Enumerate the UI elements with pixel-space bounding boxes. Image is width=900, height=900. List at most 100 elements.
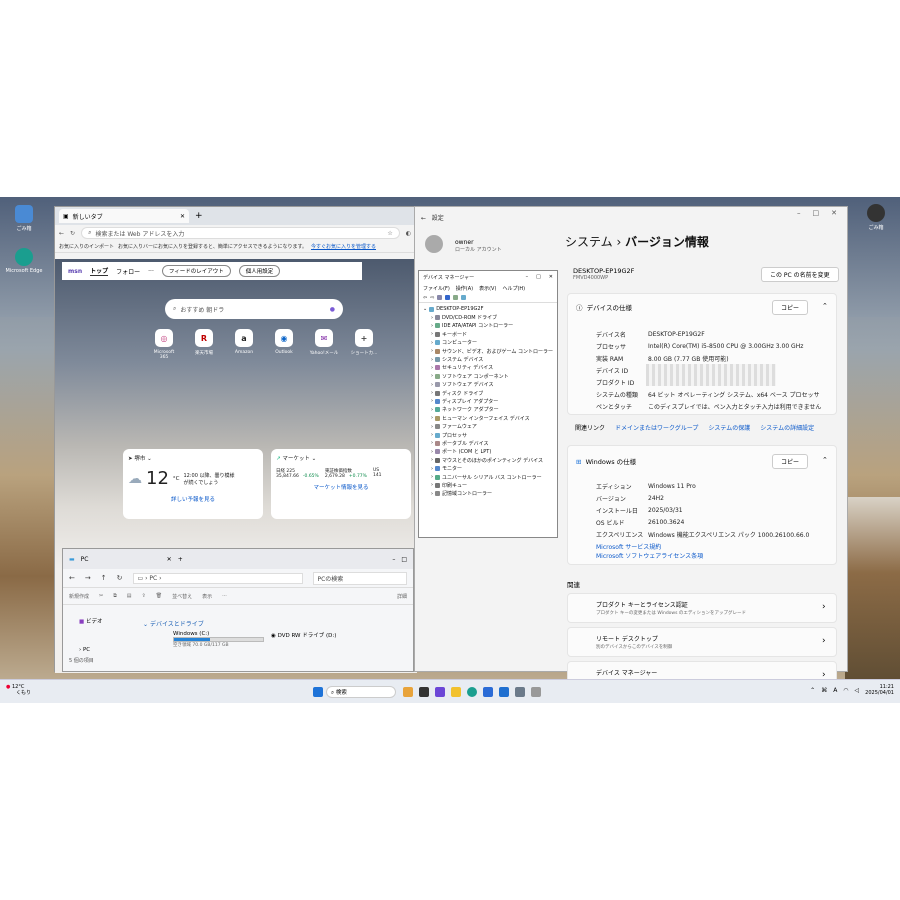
related-protection[interactable]: システムの保護 (708, 423, 750, 432)
dm-node[interactable]: › ソフトウェア コンポーネント (423, 372, 553, 380)
volume-icon[interactable]: ◁ (855, 687, 860, 694)
expand-icon[interactable]: › (431, 432, 433, 438)
related-domain[interactable]: ドメインまたはワークグループ (615, 423, 698, 432)
dm-menu-item[interactable]: ファイル(F) (423, 285, 450, 292)
favorite-star-icon[interactable]: ☆ (387, 230, 392, 237)
chevron-up-icon[interactable]: ⌃ (822, 456, 828, 464)
copilot-icon[interactable]: ● (330, 306, 335, 313)
cmd-view[interactable]: 表示 (202, 593, 212, 600)
expand-icon[interactable]: › (431, 357, 433, 363)
related-item[interactable]: リモート デスクトップ 別のデバイスからこのデバイスを制御 › (567, 627, 837, 657)
dm-node[interactable]: › プロセッサ (423, 431, 553, 439)
tab-close-icon[interactable]: ✕ (167, 556, 172, 563)
breadcrumb-system[interactable]: システム (565, 235, 613, 249)
update-icon[interactable] (453, 295, 459, 300)
recycle-bin-icon[interactable]: ごみ箱 (4, 205, 44, 232)
expand-icon[interactable]: › (431, 474, 433, 480)
minimize-icon[interactable]: – (797, 209, 801, 217)
expand-icon[interactable]: › (431, 390, 433, 396)
wifi-icon[interactable]: ◠ (843, 687, 848, 694)
outlook-icon[interactable] (499, 687, 509, 697)
license-link[interactable]: Microsoft ソフトウェアライセンス条項 (596, 551, 703, 560)
explorer-tab-title[interactable]: PC (81, 556, 161, 563)
quick-link[interactable]: ✉ Yahoo!メール (309, 329, 339, 360)
network-icon[interactable]: ⌘ (821, 687, 827, 694)
expand-icon[interactable]: › (431, 382, 433, 388)
cmd-sort[interactable]: 並べ替え (172, 593, 192, 600)
dm-node[interactable]: › 印刷キュー (423, 481, 553, 489)
weather-card[interactable]: ➤ 堺市 ⌄ ☁ 12 °C 12:00 以降、曇り模様が続くでしょう 詳しい予… (123, 449, 263, 519)
settings-icon[interactable] (515, 687, 525, 697)
dm-node[interactable]: › キーボード (423, 330, 553, 338)
close-icon[interactable]: ✕ (549, 274, 553, 280)
taskbar-search[interactable]: ⌕ 検索 (326, 686, 396, 698)
expand-icon[interactable]: › (431, 348, 433, 354)
back-icon[interactable]: ← (69, 574, 75, 582)
market-item[interactable]: US 141 (373, 468, 386, 479)
expand-icon[interactable]: › (431, 315, 433, 321)
explorer-search[interactable]: PCの検索 (312, 571, 407, 585)
market-card[interactable]: ↗ マーケット ⌄ 日経 225 35,847.66 -0.65% 東証株価指数 2,6… (271, 449, 411, 519)
back-icon[interactable]: ⇦ (423, 295, 427, 301)
expand-icon[interactable]: › (431, 482, 433, 488)
market-item[interactable]: 東証株価指数 2,679.28 +0.77% (325, 468, 367, 479)
expand-icon[interactable]: › (431, 491, 433, 497)
msn-layout-button[interactable]: フィードのレイアウト (161, 265, 231, 277)
dm-menu-item[interactable]: 操作(A) (456, 285, 473, 292)
delete-icon[interactable]: 🗑 (156, 593, 162, 599)
dm-menu-item[interactable]: ヘルプ(H) (502, 285, 525, 292)
start-icon[interactable] (313, 687, 323, 697)
copy-spec-button[interactable]: コピー (772, 300, 809, 315)
back-icon[interactable]: ← (59, 230, 64, 237)
dm-node[interactable]: › DVD/CD-ROM ドライブ (423, 313, 553, 322)
quick-link[interactable]: a Amazon (229, 329, 259, 360)
related-advanced[interactable]: システムの詳細設定 (760, 423, 814, 432)
expand-icon[interactable]: › (431, 466, 433, 472)
dm-node[interactable]: › サウンド、ビデオ、およびゲーム コントローラー (423, 347, 553, 355)
quick-link[interactable]: ◉ Outlook (269, 329, 299, 360)
weather-link[interactable]: 詳しい予報を見る (128, 495, 258, 503)
rename-button[interactable]: この PC の名前を変更 (761, 267, 839, 282)
quick-link[interactable]: + ショートカ... (349, 329, 379, 360)
dm-node[interactable]: › モニター (423, 464, 553, 473)
monitor-icon[interactable] (461, 295, 467, 300)
share-icon[interactable]: ⇪ (142, 593, 146, 599)
edge-icon[interactable] (467, 687, 477, 697)
dm-node[interactable]: › ディスプレイ アダプター (423, 397, 553, 405)
tab-close-icon[interactable]: ✕ (180, 213, 185, 220)
chevron-up-icon[interactable]: ⌃ (822, 302, 828, 310)
msn-more[interactable]: ··· (148, 268, 154, 275)
dm-node[interactable]: › ポータブル デバイス (423, 439, 553, 447)
desktop-right-icon[interactable]: ごみ箱 (856, 204, 896, 231)
properties-icon[interactable] (437, 295, 443, 300)
expand-icon[interactable]: › (431, 323, 433, 329)
spec-header[interactable]: ⓘ デバイスの仕様 (576, 302, 632, 312)
dm-node[interactable]: › IDE ATA/ATAPI コントローラー (423, 322, 553, 330)
dm-node[interactable]: › セキュリティ デバイス (423, 364, 553, 372)
quick-access-video[interactable]: ■ ビデオ (79, 617, 102, 625)
dm-node[interactable]: › 記憶域コントローラー (423, 490, 553, 498)
minimize-icon[interactable]: – (526, 274, 529, 280)
expand-icon[interactable]: › (431, 424, 433, 430)
dm-node[interactable]: › ソフトウェア デバイス (423, 381, 553, 389)
drive-d[interactable]: ◉ DVD RW ドライブ (D:) (271, 631, 336, 639)
dm-node[interactable]: › ユニバーサル シリアル バス コントローラー (423, 473, 553, 481)
copilot-icon[interactable] (435, 687, 445, 697)
drive-c[interactable]: Windows (C:) 空き領域 70.0 GB/117 GB (149, 631, 264, 648)
cmd-more[interactable]: ··· (222, 593, 227, 599)
cmd-details[interactable]: 詳細 (397, 593, 407, 600)
market-item[interactable]: 日経 225 35,847.66 -0.65% (276, 468, 319, 479)
fav-manage-link[interactable]: 今すぐお気に入りを管理する (311, 243, 376, 250)
dm-node[interactable]: › ヒューマン インターフェイス デバイス (423, 414, 553, 422)
up-icon[interactable]: ↑ (101, 574, 107, 582)
dm-node[interactable]: › ポート (COM と LPT) (423, 448, 553, 456)
maximize-icon[interactable]: □ (813, 209, 820, 217)
copilot-icon[interactable]: ◐ (406, 230, 411, 237)
refresh-icon[interactable]: ↻ (117, 574, 123, 582)
expand-icon[interactable]: › (431, 340, 433, 346)
expand-icon[interactable]: › (431, 365, 433, 371)
expand-icon[interactable]: › (431, 331, 433, 337)
taskbar-weather[interactable]: ● 12°C くもり (6, 684, 31, 696)
dm-node[interactable]: › コンピューター (423, 339, 553, 347)
quick-link[interactable]: R 楽天市場 (189, 329, 219, 360)
